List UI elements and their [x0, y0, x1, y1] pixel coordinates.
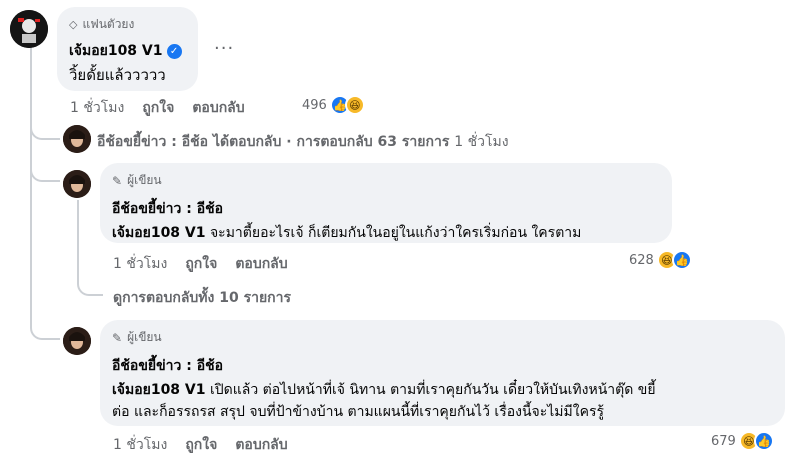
reaction-summary[interactable]: 679 😆 👍 [711, 431, 774, 451]
reply-text-line2: ต่อ และก็อรรถรส สรุป จบที่ป้าข้างบ้าน ตา… [112, 404, 604, 420]
author-badge-label: ผู้เขียน [127, 173, 162, 187]
replies-summary-link[interactable]: อีช้อขยี้ข่าว : อีช้อ ได้ตอบกลับ · การตอ… [97, 131, 509, 153]
thread-line-main [30, 46, 32, 311]
comment-bubble: ◇ แฟนตัวยง เจ้มอย108 V1 ✓ วิ้ยดั้ยแล้วววว… [57, 7, 198, 91]
comment-time[interactable]: 1 ชั่วโมง [70, 97, 124, 119]
author-badge-label: ผู้เขียน [127, 330, 162, 344]
avatar[interactable] [63, 125, 91, 153]
summary-sep: · [286, 134, 292, 150]
pencil-icon: ✎ [112, 173, 123, 188]
fan-badge[interactable]: ◇ แฟนตัวยง [69, 15, 186, 34]
reaction-count: 496 [302, 97, 327, 113]
author-badge[interactable]: ✎ ผู้เขียน [112, 171, 660, 190]
view-more-replies-link[interactable]: ดูการตอบกลับทั้ง 10 รายการ [113, 287, 291, 309]
reply-actions: 1 ชั่วโมง ถูกใจ ตอบกลับ [113, 253, 306, 275]
reply-bubble: ✎ ผู้เขียน อีช้อขยี้ข่าว : อีช้อ เจ้มอย1… [100, 163, 672, 243]
reply-text: เจ้มอย108 V1 จะมาตี้ยอะไรเจ้ ก็เตียมกันใ… [112, 222, 660, 244]
reaction-summary[interactable]: 496 👍 😆 [302, 95, 365, 115]
reply-time[interactable]: 1 ชั่วโมง [113, 434, 167, 456]
comment-text: วิ้ยดั้ยแล้ววววว [69, 66, 166, 84]
summary-time: 1 ชั่วโมง [454, 134, 509, 150]
diamond-icon: ◇ [69, 18, 78, 31]
summary-author: อีช้อขยี้ข่าว : อีช้อ [97, 134, 209, 150]
reply-button[interactable]: ตอบกลับ [192, 97, 244, 119]
avatar[interactable] [63, 327, 91, 355]
comment-actions: 1 ชั่วโมง ถูกใจ ตอบกลับ [70, 97, 263, 119]
author-badge[interactable]: ✎ ผู้เขียน [112, 328, 773, 347]
reply-author[interactable]: อีช้อขยี้ข่าว : อีช้อ [112, 198, 660, 220]
reply-author[interactable]: อีช้อขยี้ข่าว : อีช้อ [112, 355, 773, 377]
verified-badge-icon: ✓ [166, 43, 182, 59]
reply-button[interactable]: ตอบกลับ [235, 434, 287, 456]
reply-bubble: ✎ ผู้เขียน อีช้อขยี้ข่าว : อีช้อ เจ้มอย1… [100, 320, 785, 426]
mention-link[interactable]: เจ้มอย108 V1 [112, 225, 206, 241]
thread-line-branch-1 [30, 118, 60, 140]
avatar[interactable] [63, 170, 91, 198]
summary-count: การตอบกลับ 63 รายการ [296, 134, 450, 150]
reply-text-line1: เปิดแล้ว ต่อไปหน้าที่เจ้ นิทาน ตามที่เรา… [205, 382, 656, 398]
reply-text-body: จะมาตี้ยอะไรเจ้ ก็เตียมกันในอยู่ในแก้งว่… [205, 225, 582, 241]
like-reaction-icon: 👍 [671, 250, 692, 270]
summary-replied: ได้ตอบกลับ [212, 134, 282, 150]
like-reaction-icon: 👍 [753, 431, 774, 451]
thread-line-branch-3 [30, 300, 60, 340]
pencil-icon: ✎ [112, 330, 123, 345]
haha-reaction-icon: 😆 [344, 95, 365, 115]
comment-author[interactable]: เจ้มอย108 V1 ✓ [69, 40, 186, 62]
like-button[interactable]: ถูกใจ [185, 434, 217, 456]
avatar[interactable] [10, 10, 48, 48]
mention-link[interactable]: เจ้มอย108 V1 [112, 382, 206, 398]
reply-text: เจ้มอย108 V1 เปิดแล้ว ต่อไปหน้าที่เจ้ นิ… [112, 379, 773, 423]
more-options-icon[interactable]: ··· [214, 38, 234, 59]
thread-line-branch-2 [30, 160, 60, 182]
reaction-count: 679 [711, 433, 736, 449]
reply-button[interactable]: ตอบกลับ [235, 253, 287, 275]
reply-actions: 1 ชั่วโมง ถูกใจ ตอบกลับ [113, 434, 306, 456]
reaction-count: 628 [629, 252, 654, 268]
reaction-summary[interactable]: 628 😆 👍 [629, 250, 692, 270]
like-button[interactable]: ถูกใจ [142, 97, 174, 119]
like-button[interactable]: ถูกใจ [185, 253, 217, 275]
comment-author-name: เจ้มอย108 V1 [69, 43, 163, 59]
reply-time[interactable]: 1 ชั่วโมง [113, 253, 167, 275]
fan-badge-label: แฟนตัวยง [82, 17, 135, 31]
